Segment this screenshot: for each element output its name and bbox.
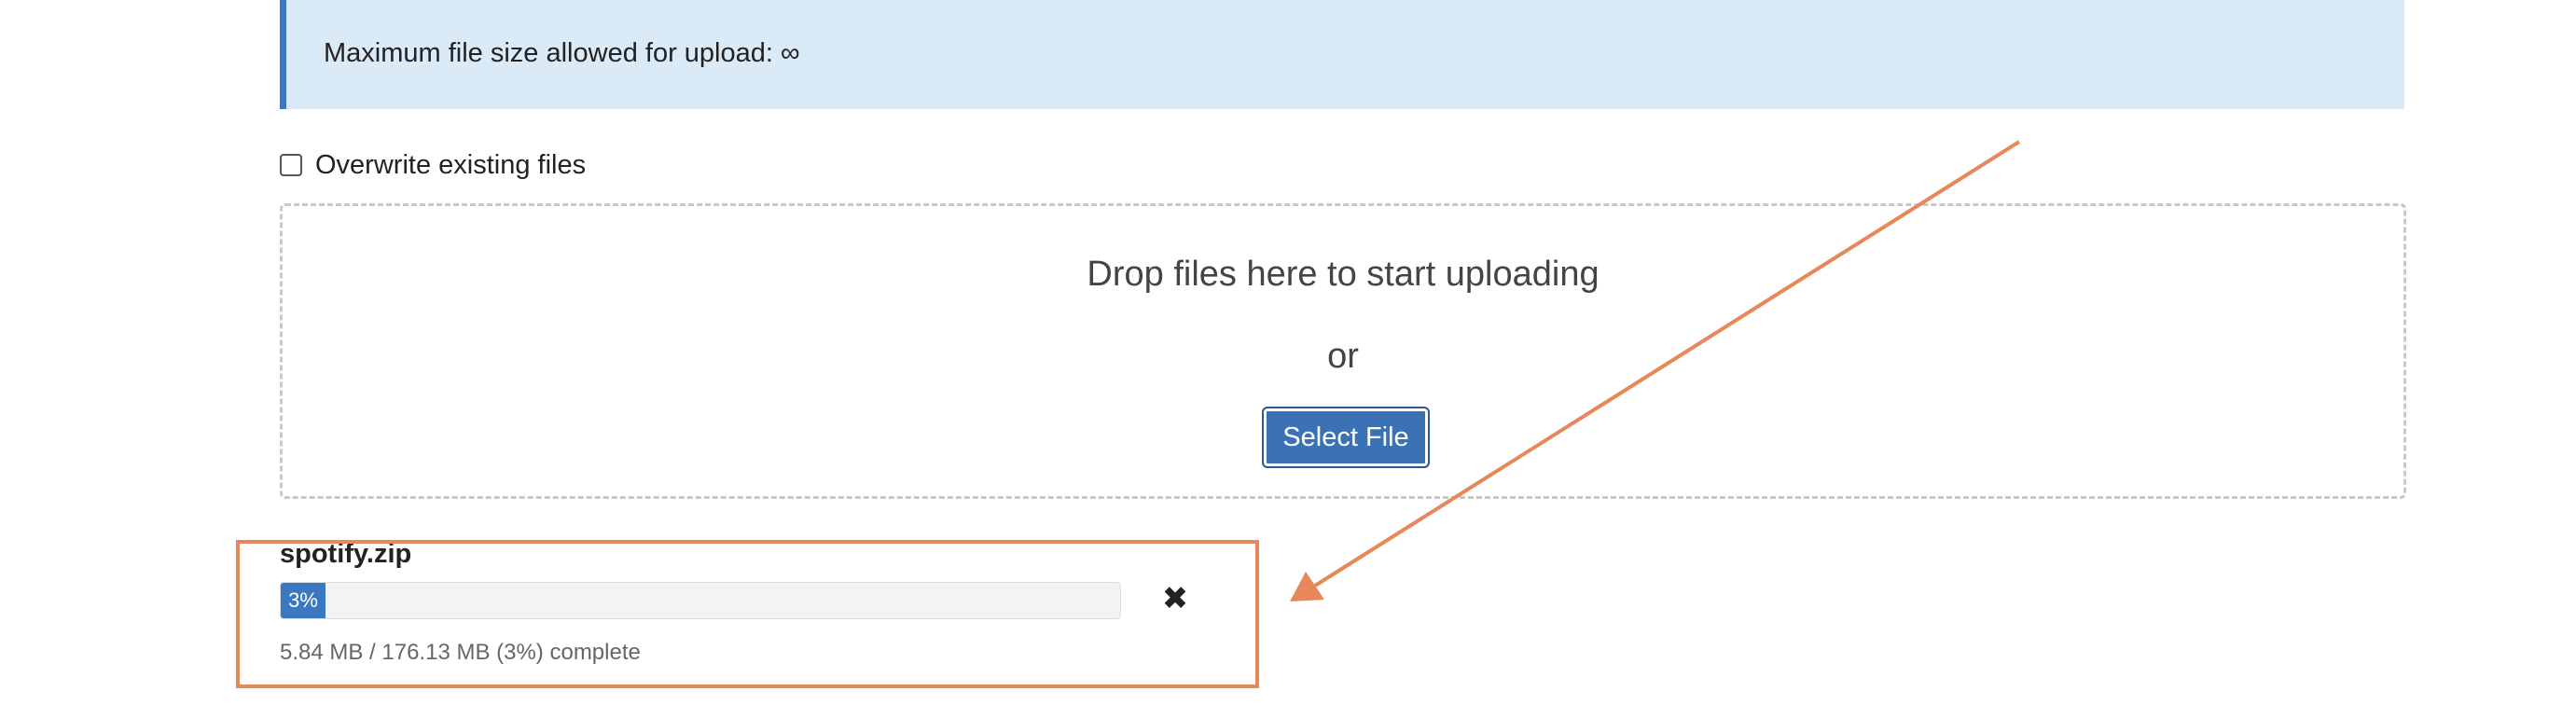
file-drop-zone[interactable]: Drop files here to start uploading or Se…: [280, 203, 2406, 499]
close-icon[interactable]: ✖: [1156, 580, 1194, 617]
drop-instructions: Drop files here to start uploading: [1087, 255, 1600, 294]
annotation-arrow-head: [1290, 572, 1324, 601]
upload-item: spotify.zip 3% ✖ 5.84 MB / 176.13 MB (3%…: [280, 539, 1212, 679]
upload-filename: spotify.zip: [280, 539, 412, 569]
max-size-alert: Maximum file size allowed for upload: ∞: [280, 0, 2404, 109]
select-file-button[interactable]: Select File: [1262, 407, 1430, 468]
alert-message: Maximum file size allowed for upload: ∞: [324, 38, 800, 68]
overwrite-option[interactable]: Overwrite existing files: [280, 147, 586, 183]
overwrite-label[interactable]: Overwrite existing files: [315, 150, 586, 181]
or-separator: or: [1327, 337, 1359, 376]
upload-status: 5.84 MB / 176.13 MB (3%) complete: [280, 640, 641, 665]
upload-progress-bar: 3%: [280, 582, 1121, 619]
overwrite-checkbox[interactable]: [280, 154, 302, 176]
upload-progress-fill: 3%: [281, 583, 325, 618]
upload-page: Maximum file size allowed for upload: ∞ …: [0, 0, 2576, 705]
